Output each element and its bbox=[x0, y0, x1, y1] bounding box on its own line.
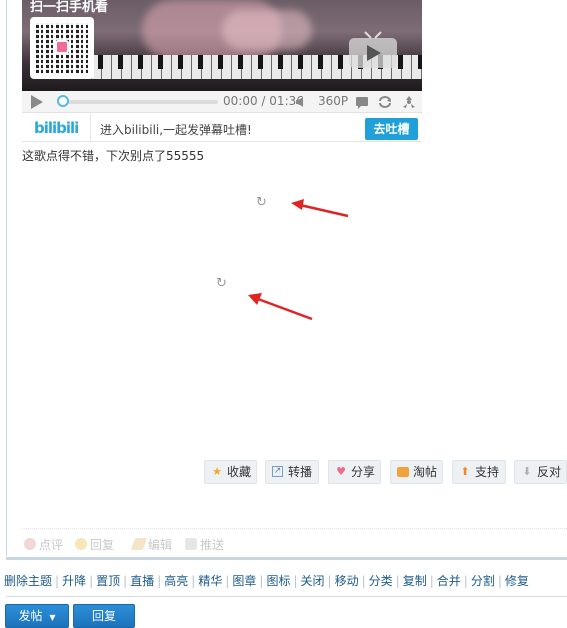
mod-separator: | bbox=[327, 574, 332, 588]
mod-icon[interactable]: 图标 bbox=[266, 574, 290, 588]
mod-delete-thread[interactable]: 删除主题 bbox=[4, 574, 52, 588]
mod-close[interactable]: 关闭 bbox=[301, 574, 325, 588]
mod-separator: | bbox=[361, 574, 366, 588]
chevron-down-icon: ▼ bbox=[49, 613, 56, 622]
folder-icon bbox=[397, 467, 409, 477]
red-arrow-annotation bbox=[291, 199, 349, 218]
video-frame-hands bbox=[222, 10, 312, 50]
play-icon[interactable] bbox=[31, 95, 43, 109]
new-post-label: 发帖 bbox=[18, 609, 43, 623]
heart-icon: ♥ bbox=[336, 465, 346, 478]
progress-knob[interactable] bbox=[57, 95, 69, 107]
mod-separator: | bbox=[497, 574, 502, 588]
mod-pin[interactable]: 置顶 bbox=[96, 574, 120, 588]
reply-label: 回复 bbox=[90, 538, 115, 552]
loading-spinner-icon: ↻ bbox=[216, 276, 227, 291]
comment-label: 点评 bbox=[39, 538, 64, 552]
video-player[interactable]: 扫一扫手机看 bbox=[22, 0, 422, 91]
oppose-label: 反对 bbox=[537, 465, 562, 479]
danmaku-send-button[interactable]: 去吐槽 bbox=[365, 118, 418, 140]
reply-icon bbox=[75, 538, 87, 550]
fullscreen-icon[interactable] bbox=[402, 95, 416, 109]
mod-separator: | bbox=[429, 574, 434, 588]
push-link[interactable]: 推送 bbox=[185, 536, 224, 553]
collect-thread-button[interactable]: 淘帖 bbox=[390, 460, 443, 484]
qr-bilibili-badge-icon bbox=[55, 40, 69, 54]
mod-separator: | bbox=[191, 574, 196, 588]
player-control-bar: 00:00 / 01:36 360P bbox=[22, 91, 422, 113]
bilibili-logo[interactable]: bilibili bbox=[34, 119, 79, 137]
mod-separator: | bbox=[395, 574, 400, 588]
section-divider bbox=[6, 557, 567, 560]
scan-to-watch-label: 扫一扫手机看 bbox=[30, 0, 109, 15]
mod-merge[interactable]: 合并 bbox=[437, 574, 461, 588]
favorite-button[interactable]: ★ 收藏 bbox=[204, 460, 257, 484]
time-separator: / bbox=[261, 94, 266, 108]
mod-separator: | bbox=[89, 574, 94, 588]
mod-separator: | bbox=[259, 574, 264, 588]
time-current: 00:00 bbox=[223, 94, 258, 108]
mod-highlight[interactable]: 高亮 bbox=[164, 574, 188, 588]
loop-icon[interactable] bbox=[378, 95, 392, 109]
reply-button-label: 回复 bbox=[91, 609, 116, 623]
share-label: 分享 bbox=[351, 465, 376, 479]
mod-copy[interactable]: 复制 bbox=[403, 574, 427, 588]
quality-selector[interactable]: 360P bbox=[318, 94, 348, 108]
thumb-up-icon: ⬆ bbox=[460, 465, 470, 478]
push-label: 推送 bbox=[200, 538, 225, 552]
edit-link[interactable]: 编辑 bbox=[130, 536, 173, 553]
content-left-border bbox=[6, 0, 7, 556]
progress-bar[interactable] bbox=[60, 100, 218, 104]
support-button[interactable]: ⬆ 支持 bbox=[452, 460, 506, 484]
mod-digest[interactable]: 精华 bbox=[198, 574, 222, 588]
danmaku-bar: bilibili 进入bilibili,一起发弹幕吐槽! 去吐槽 bbox=[22, 114, 422, 142]
mod-separator: | bbox=[463, 574, 468, 588]
mod-separator: | bbox=[157, 574, 162, 588]
qr-code-pattern bbox=[36, 23, 88, 73]
tv-play-icon[interactable] bbox=[347, 30, 399, 70]
bottom-divider bbox=[6, 596, 567, 597]
repost-label: 转播 bbox=[288, 465, 313, 479]
edit-icon bbox=[130, 538, 148, 550]
mod-separator: | bbox=[55, 574, 60, 588]
mod-stamp[interactable]: 图章 bbox=[232, 574, 256, 588]
star-icon: ★ bbox=[212, 465, 222, 478]
share-button[interactable]: ♥ 分享 bbox=[328, 460, 381, 484]
danmaku-input[interactable]: 进入bilibili,一起发弹幕吐槽! bbox=[100, 121, 252, 138]
loading-spinner-icon: ↻ bbox=[256, 195, 267, 210]
support-label: 支持 bbox=[475, 465, 500, 479]
mod-separator: | bbox=[123, 574, 128, 588]
favorite-label: 收藏 bbox=[227, 465, 252, 479]
push-icon bbox=[185, 538, 197, 550]
comment-link[interactable]: 点评 bbox=[24, 536, 63, 553]
danmaku-toggle-icon[interactable] bbox=[355, 95, 369, 109]
mod-category[interactable]: 分类 bbox=[369, 574, 393, 588]
thumb-down-icon: ⬇ bbox=[522, 465, 532, 478]
mod-repair[interactable]: 修复 bbox=[505, 574, 529, 588]
mod-raise-lower[interactable]: 升降 bbox=[62, 574, 86, 588]
post-body-text: 这歌点得不错，下次别点了55555 bbox=[22, 149, 205, 163]
new-post-button[interactable]: 发帖 ▼ bbox=[5, 604, 69, 628]
reply-link[interactable]: 回复 bbox=[75, 536, 114, 553]
reply-button[interactable]: 回复 bbox=[73, 604, 135, 628]
red-arrow-annotation bbox=[248, 293, 313, 321]
edit-label: 编辑 bbox=[148, 538, 173, 552]
volume-icon[interactable] bbox=[296, 96, 308, 108]
mod-separator: | bbox=[293, 574, 298, 588]
comment-icon bbox=[24, 538, 36, 550]
qr-code bbox=[30, 17, 94, 79]
mod-split[interactable]: 分割 bbox=[471, 574, 495, 588]
moderation-bar: 删除主题 | 升降 | 置顶 | 直播 | 高亮 | 精华 | 图章 | 图标 | 关闭 | 移动 | 分类 | 复制 | 合并… bbox=[4, 572, 529, 589]
collect-thread-label: 淘帖 bbox=[413, 465, 438, 479]
mod-move[interactable]: 移动 bbox=[335, 574, 359, 588]
repost-button[interactable]: ↗ 转播 bbox=[265, 460, 319, 484]
time-display: 00:00 / 01:36 bbox=[223, 94, 304, 108]
mod-live[interactable]: 直播 bbox=[130, 574, 154, 588]
share-arrow-icon: ↗ bbox=[272, 466, 283, 477]
mod-separator: | bbox=[225, 574, 230, 588]
oppose-button[interactable]: ⬇ 反对 bbox=[514, 460, 567, 484]
danmaku-separator bbox=[90, 114, 91, 142]
post-footer-divider bbox=[22, 528, 567, 529]
